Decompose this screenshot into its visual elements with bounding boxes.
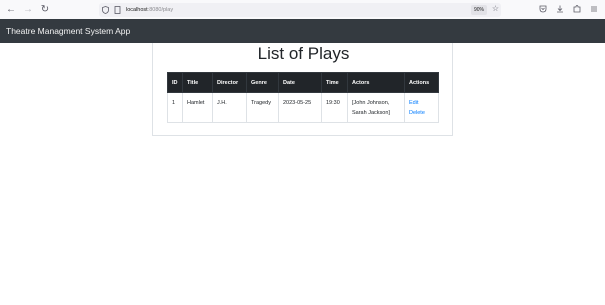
url-path: :8080/play <box>147 7 174 13</box>
extensions-icon[interactable] <box>572 3 582 15</box>
cell-actions: Edit Delete <box>404 92 439 123</box>
shield-icon[interactable] <box>99 4 111 16</box>
back-arrow-icon[interactable]: ← <box>4 3 18 17</box>
header-title: Title <box>182 72 213 93</box>
browser-toolbar: ← → ↻ localhost:8080/play 90% ☆ <box>0 0 605 19</box>
header-genre: Genre <box>246 72 279 93</box>
cell-id: 1 <box>167 92 183 123</box>
download-icon[interactable] <box>555 3 565 15</box>
cell-genre: Tragedy <box>246 92 279 123</box>
cell-date: 2023-05-25 <box>278 92 322 123</box>
reload-icon[interactable]: ↻ <box>38 3 52 17</box>
page-title: List of Plays <box>257 44 350 63</box>
forward-arrow-icon[interactable]: → <box>21 3 35 17</box>
header-id: ID <box>167 72 183 93</box>
menu-icon[interactable] <box>589 3 599 15</box>
browser-tool-icons <box>538 3 599 15</box>
pocket-icon[interactable] <box>538 3 548 15</box>
delete-link[interactable]: Delete <box>409 108 434 118</box>
edit-link[interactable]: Edit <box>409 98 434 108</box>
header-director: Director <box>212 72 247 93</box>
cell-title: Hamlet <box>182 92 213 123</box>
plays-table: ID Title Director Genre Date Time Actors… <box>167 72 439 123</box>
app-navbar: Theatre Managment System App <box>0 19 605 43</box>
cell-director: J.H. <box>212 92 247 123</box>
header-time: Time <box>321 72 348 93</box>
plays-card: List of Plays ID Title Director Genre Da… <box>152 43 453 136</box>
page-info-icon[interactable] <box>111 4 123 16</box>
header-actions: Actions <box>404 72 439 93</box>
table-header-row: ID Title Director Genre Date Time Actors… <box>167 72 439 93</box>
url-text[interactable]: localhost:8080/play <box>126 7 173 13</box>
cell-actors: [John Johnson, Sarah Jackson] <box>347 92 405 123</box>
app-brand[interactable]: Theatre Managment System App <box>6 26 130 36</box>
url-host: localhost <box>126 7 148 13</box>
header-actors: Actors <box>347 72 405 93</box>
address-bar[interactable]: localhost:8080/play 90% ☆ <box>99 3 501 17</box>
table-row: 1 Hamlet J.H. Tragedy 2023-05-25 19:30 [… <box>167 92 439 123</box>
header-date: Date <box>278 72 322 93</box>
bookmark-star-icon[interactable]: ☆ <box>492 4 499 13</box>
zoom-level-badge[interactable]: 90% <box>470 5 487 15</box>
cell-time: 19:30 <box>321 92 348 123</box>
